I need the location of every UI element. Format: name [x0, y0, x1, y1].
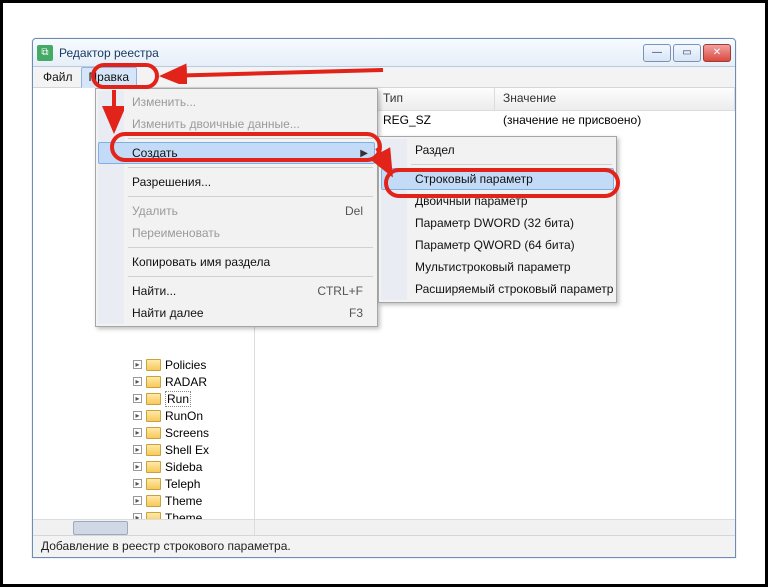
expand-icon[interactable]: ▸: [133, 411, 142, 420]
window-title: Редактор реестра: [59, 46, 643, 60]
submenu-string[interactable]: Строковый параметр: [381, 168, 614, 190]
expand-icon[interactable]: ▸: [133, 428, 142, 437]
expand-icon[interactable]: ▸: [133, 462, 142, 471]
submenu-dword[interactable]: Параметр DWORD (32 бита): [381, 212, 614, 234]
tree-item-label: Teleph: [165, 477, 200, 491]
maximize-button[interactable]: ▭: [673, 44, 701, 62]
tree-item[interactable]: ▸ Run: [133, 390, 209, 407]
expand-icon[interactable]: ▸: [133, 360, 142, 369]
folder-icon: [146, 393, 161, 405]
folder-icon: [146, 512, 161, 520]
tree-item-label: Theme: [165, 494, 202, 508]
app-icon: ⧉: [37, 45, 53, 61]
submenu-arrow-icon: ▶: [360, 148, 368, 159]
folder-icon: [146, 359, 161, 371]
menu-rename[interactable]: Переименовать: [98, 222, 375, 244]
tree-item[interactable]: ▸ RunOn: [133, 407, 209, 424]
shortcut-find-next: F3: [349, 306, 363, 320]
menu-create-label: Создать: [132, 146, 178, 160]
tree-item[interactable]: ▸ Policies: [133, 356, 209, 373]
cell-type: REG_SZ: [383, 113, 503, 127]
submenu-expand-string[interactable]: Расширяемый строковый параметр: [381, 278, 614, 300]
menu-modify-binary[interactable]: Изменить двоичные данные...: [98, 113, 375, 135]
tree-item[interactable]: ▸ RADAR: [133, 373, 209, 390]
tree-item-label: Sideba: [165, 460, 202, 474]
menu-edit[interactable]: Правка: [81, 67, 138, 88]
tree-item[interactable]: ▸ Sideba: [133, 458, 209, 475]
close-button[interactable]: ✕: [703, 44, 731, 62]
menu-find-next-label: Найти далее: [132, 306, 204, 320]
menu-create[interactable]: Создать ▶: [98, 142, 375, 164]
menu-file[interactable]: Файл: [35, 67, 81, 88]
tree-item[interactable]: ▸ Screens: [133, 424, 209, 441]
col-value[interactable]: Значение: [495, 88, 735, 110]
tree-item-label: Shell Ex: [165, 443, 209, 457]
shortcut-del: Del: [345, 204, 363, 218]
create-submenu: Раздел Строковый параметр Двоичный парам…: [378, 136, 617, 303]
list-hscrollbar[interactable]: [255, 519, 735, 535]
folder-icon: [146, 461, 161, 473]
minimize-button[interactable]: —: [643, 44, 671, 62]
tree-item[interactable]: ▸ Teleph: [133, 475, 209, 492]
folder-icon: [146, 410, 161, 422]
menu-permissions[interactable]: Разрешения...: [98, 171, 375, 193]
col-type[interactable]: Тип: [375, 88, 495, 110]
menu-copy-key-name[interactable]: Копировать имя раздела: [98, 251, 375, 273]
folder-icon: [146, 427, 161, 439]
scrollbar-thumb[interactable]: [73, 521, 128, 535]
folder-icon: [146, 495, 161, 507]
folder-icon: [146, 444, 161, 456]
menu-delete[interactable]: Удалить Del: [98, 200, 375, 222]
titlebar[interactable]: ⧉ Редактор реестра — ▭ ✕: [33, 39, 735, 67]
submenu-binary[interactable]: Двоичный параметр: [381, 190, 614, 212]
tree-item-label: RunOn: [165, 409, 203, 423]
menu-find-next[interactable]: Найти далее F3: [98, 302, 375, 324]
tree-item[interactable]: ▸ Theme: [133, 492, 209, 509]
expand-icon[interactable]: ▸: [133, 479, 142, 488]
expand-icon[interactable]: ▸: [133, 394, 142, 403]
tree-item-label: Theme: [165, 511, 202, 520]
folder-icon: [146, 478, 161, 490]
menubar: Файл Правка: [33, 67, 735, 88]
tree-item[interactable]: ▸Theme: [133, 509, 209, 519]
menu-delete-label: Удалить: [132, 204, 178, 218]
menu-modify[interactable]: Изменить...: [98, 91, 375, 113]
submenu-multi-string[interactable]: Мультистроковый параметр: [381, 256, 614, 278]
tree-item[interactable]: ▸ Shell Ex: [133, 441, 209, 458]
submenu-key[interactable]: Раздел: [381, 139, 614, 161]
submenu-qword[interactable]: Параметр QWORD (64 бита): [381, 234, 614, 256]
edit-dropdown-menu: Изменить... Изменить двоичные данные... …: [95, 88, 378, 327]
expand-icon[interactable]: ▸: [133, 445, 142, 454]
tree-item-label: Screens: [165, 426, 209, 440]
tree-item-label: Run: [165, 391, 191, 407]
expand-icon[interactable]: ▸: [133, 496, 142, 505]
menu-find[interactable]: Найти... CTRL+F: [98, 280, 375, 302]
expand-icon[interactable]: ▸: [133, 377, 142, 386]
tree-hscrollbar[interactable]: [33, 519, 254, 535]
tree-item-label: RADAR: [165, 375, 207, 389]
statusbar: Добавление в реестр строкового параметра…: [33, 535, 735, 557]
cell-value: (значение не присвоено): [503, 113, 727, 127]
shortcut-find: CTRL+F: [317, 284, 363, 298]
menu-find-label: Найти...: [132, 284, 176, 298]
tree-item-label: Policies: [165, 358, 206, 372]
folder-icon: [146, 376, 161, 388]
